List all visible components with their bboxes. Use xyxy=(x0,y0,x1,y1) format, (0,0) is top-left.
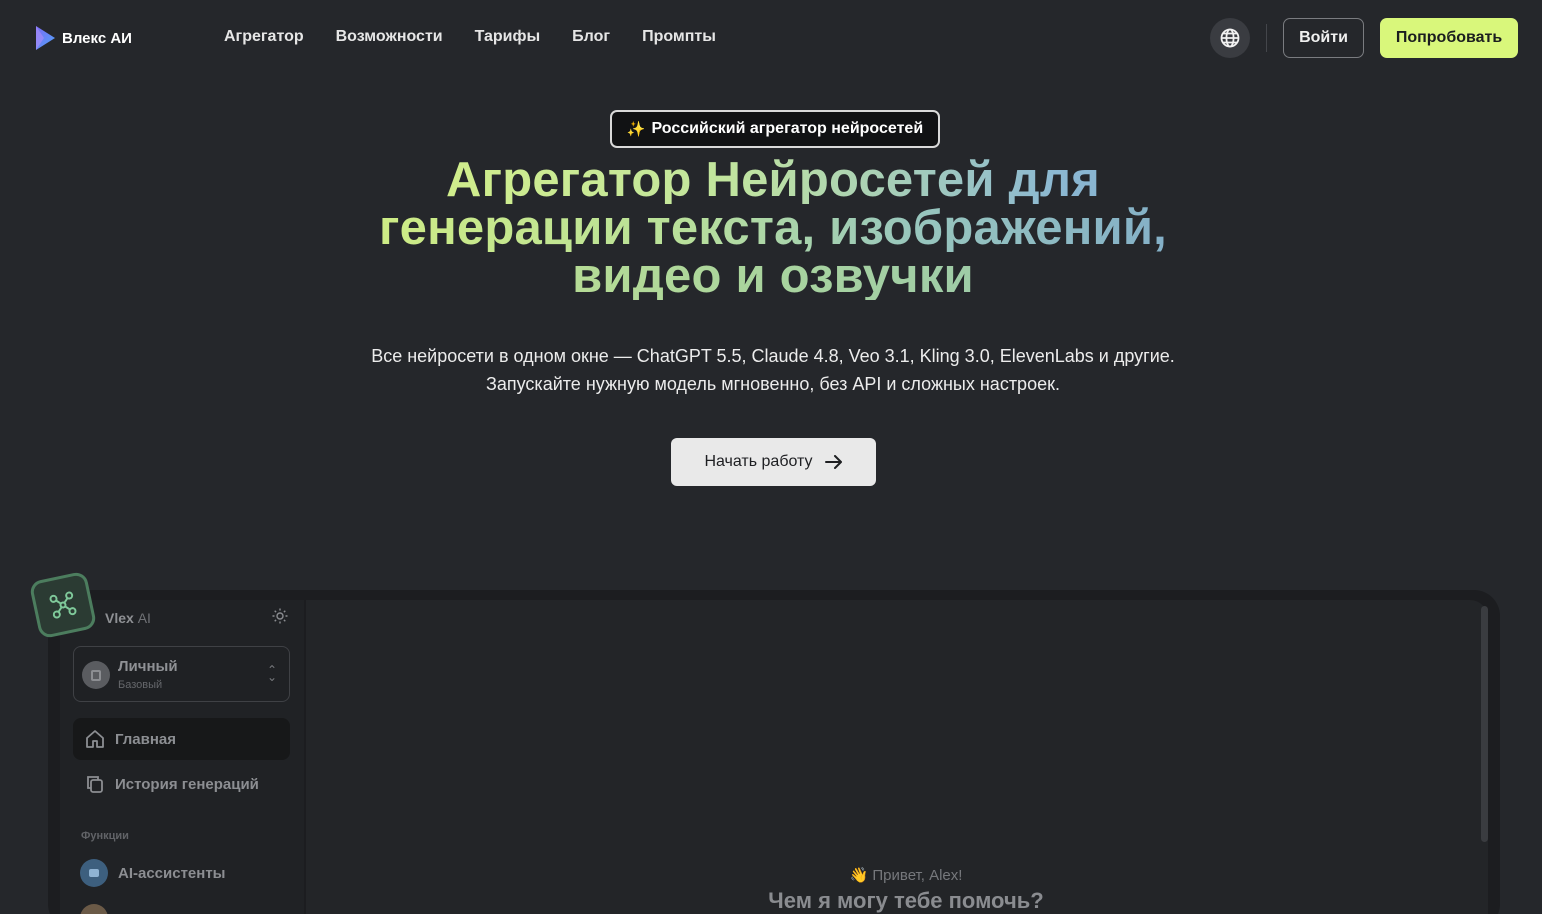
top-navigation: Влекс АИ Агрегатор Возможности Тарифы Бл… xyxy=(0,0,1542,76)
hero-title-line: генерации текста, изображений, xyxy=(300,204,1246,253)
sidebar-item-label: AI-ассистенты xyxy=(118,864,226,882)
menu-item-pricing[interactable]: Тарифы xyxy=(475,28,541,46)
home-icon xyxy=(86,730,104,748)
sun-icon[interactable] xyxy=(272,608,288,624)
nodes-icon xyxy=(28,570,98,640)
main-menu: Агрегатор Возможности Тарифы Блог Промпт… xyxy=(224,28,716,46)
globe-icon xyxy=(1220,28,1240,48)
workspace-name: Личный xyxy=(118,658,178,675)
nav-divider xyxy=(1266,24,1267,52)
logo-text: Влекс АИ xyxy=(62,29,132,47)
logo-icon xyxy=(36,26,55,50)
workspace-avatar xyxy=(82,661,110,689)
preview-question: Чем я могу тебе помочь? xyxy=(768,888,1044,913)
menu-item-aggregator[interactable]: Агрегатор xyxy=(224,28,304,46)
sidebar-section-label: Функции xyxy=(81,830,129,842)
preview-brand-suffix: AI xyxy=(137,610,151,626)
preview-greeting: 👋 Привет, Alex! xyxy=(849,867,963,884)
sidebar-item-history[interactable]: История генераций xyxy=(73,763,290,805)
sidebar-item-ai-assistants[interactable]: AI-ассистенты xyxy=(73,852,290,894)
hero-subtitle: Все нейросети в одном окне — ChatGPT 5.5… xyxy=(300,342,1246,398)
sidebar-item-home[interactable]: Главная xyxy=(73,718,290,760)
logo[interactable]: Влекс АИ xyxy=(34,25,132,51)
hero-title: Агрегатор Нейросетей для генерации текст… xyxy=(300,156,1246,301)
hero-subtitle-line: Запускайте нужную модель мгновенно, без … xyxy=(486,374,1060,394)
hero-badge-text: Российский агрегатор нейросетей xyxy=(651,120,924,137)
preview-brand-name: Vlex xyxy=(105,610,134,626)
menu-item-blog[interactable]: Блог xyxy=(572,28,610,46)
workspace-switcher[interactable]: Личный Базовый ⌃ ⌄ xyxy=(73,646,290,702)
language-button[interactable] xyxy=(1210,18,1250,58)
hero-subtitle-line: Все нейросети в одном окне — ChatGPT 5.5… xyxy=(371,346,1175,366)
start-button-label: Начать работу xyxy=(704,453,813,470)
copy-icon xyxy=(87,776,103,793)
hero-title-line: видео и озвучки xyxy=(300,252,1246,301)
hero-title-line: Агрегатор Нейросетей для xyxy=(300,156,1246,205)
sidebar-item-label: История генераций xyxy=(115,775,259,793)
preview-scrollbar[interactable] xyxy=(1481,606,1488,842)
chat-icon xyxy=(80,859,108,887)
menu-item-features[interactable]: Возможности xyxy=(336,28,443,46)
try-button[interactable]: Попробовать xyxy=(1380,18,1518,58)
workspace-plan: Базовый xyxy=(118,679,163,691)
login-button[interactable]: Войти xyxy=(1283,18,1364,58)
chevron-updown-icon: ⌃ ⌄ xyxy=(266,663,277,684)
menu-item-prompts[interactable]: Промпты xyxy=(642,28,716,46)
preview-brand: Vlex AI xyxy=(105,610,151,626)
hero-badge: ✨ Российский агрегатор нейросетей xyxy=(610,110,940,148)
start-button[interactable]: Начать работу xyxy=(671,438,876,486)
sparkle-icon: ✨ xyxy=(626,121,646,138)
arrow-right-icon xyxy=(824,455,842,469)
sidebar-item-label: Главная xyxy=(115,730,177,748)
